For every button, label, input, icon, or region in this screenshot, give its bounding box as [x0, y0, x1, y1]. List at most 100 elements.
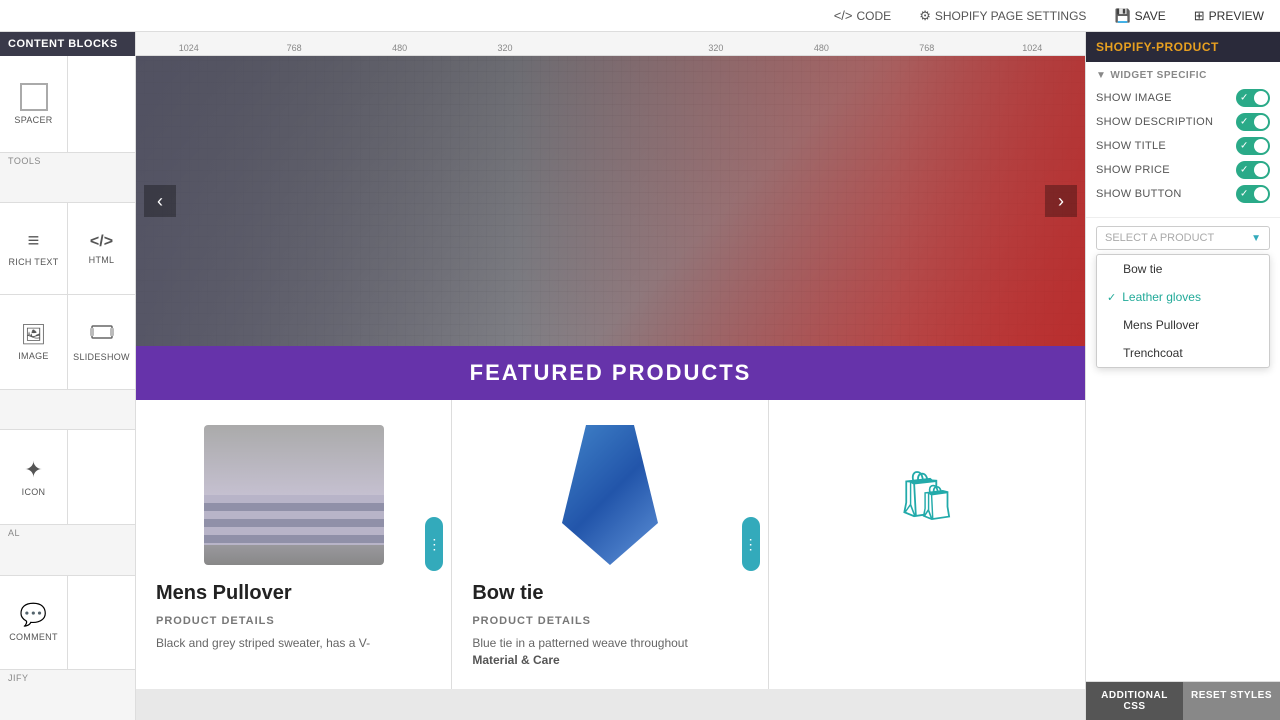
sidebar-item-slideshow[interactable]: SLIDESHOW — [68, 295, 135, 389]
sidebar-item-html[interactable]: </> HTML — [68, 203, 135, 294]
spacer-label: SPACER — [14, 115, 52, 125]
ruler-mark-0: 1024 — [136, 43, 241, 53]
preview-label: PREVIEW — [1209, 9, 1264, 23]
save-button[interactable]: 💾 SAVE — [1108, 6, 1171, 26]
right-panel-header: SHOPIFY-PRODUCT — [1086, 32, 1280, 62]
sidebar-item-empty2 — [68, 430, 135, 524]
product-edit-button-1[interactable]: ⋮ — [742, 517, 760, 571]
dropdown-item-label-0: Bow tie — [1123, 262, 1162, 276]
additional-css-label: ADDITIONAL CSS — [1101, 690, 1168, 712]
carousel-next-button[interactable]: › — [1045, 185, 1077, 217]
show-image-row: SHOW IMAGE ✓ — [1096, 89, 1270, 107]
show-image-toggle[interactable]: ✓ — [1236, 89, 1270, 107]
dropdown-item-label-2: Mens Pullover — [1123, 318, 1199, 332]
dropdown-item-1[interactable]: ✓ Leather gloves — [1097, 283, 1269, 311]
comment-icon: 💬 — [20, 602, 47, 628]
carousel-prev-button[interactable]: ‹ — [144, 185, 176, 217]
tie-image — [550, 425, 670, 565]
show-description-toggle[interactable]: ✓ — [1236, 113, 1270, 131]
product-image-1 — [472, 420, 747, 570]
sidebar-item-icon[interactable]: ✦ ICON — [0, 430, 67, 524]
rich-text-label: RICH TEXT — [8, 257, 58, 267]
tools-label: TOOLS — [8, 156, 41, 166]
preview-button[interactable]: ⊞ PREVIEW — [1188, 6, 1270, 26]
product-edit-button-0[interactable]: ⋮ — [425, 517, 443, 571]
sidebar-item-empty3 — [68, 576, 135, 670]
dropdown-item-3[interactable]: ✓ Trenchcoat — [1097, 339, 1269, 367]
al-section-label: AL — [0, 525, 135, 575]
dropdown-item-label-1: Leather gloves — [1122, 290, 1201, 304]
product-image-2: 🛍 — [789, 420, 1065, 570]
code-button[interactable]: </> CODE — [828, 6, 897, 25]
sidebar-item-empty1 — [68, 56, 135, 152]
sidebar-header: CONTENT BLOCKS — [0, 32, 135, 56]
show-button-label: SHOW BUTTON — [1096, 188, 1182, 200]
ruler-mark-3: 320 — [452, 43, 557, 53]
widget-section: ▼ WIDGET SPECIFIC SHOW IMAGE ✓ SHOW DESC… — [1086, 62, 1280, 218]
widget-section-label: WIDGET SPECIFIC — [1110, 70, 1206, 81]
rich-text-icon: ≡ — [28, 230, 40, 253]
ruler: 1024 768 480 320 320 480 768 1024 — [136, 32, 1085, 56]
dropdown-item-check-1: ✓ — [1107, 291, 1116, 304]
product-card-2: 🛍 — [769, 400, 1085, 689]
bag-icon: 🛍 — [896, 467, 957, 524]
comment-label: COMMENT — [9, 632, 58, 642]
ruler-mark-7: 768 — [874, 43, 979, 53]
sidebar-item-rich-text[interactable]: ≡ RICH TEXT — [0, 203, 67, 294]
product-select-placeholder: SELECT A PRODUCT — [1105, 232, 1214, 244]
product-details-label-0: PRODUCT DETAILS — [156, 615, 431, 627]
sidebar-item-image[interactable]: 🖼 IMAGE — [0, 295, 67, 389]
show-description-label: SHOW DESCRIPTION — [1096, 116, 1213, 128]
product-select-dropdown[interactable]: SELECT A PRODUCT ▼ — [1096, 226, 1270, 250]
slideshow-label: SLIDESHOW — [73, 352, 130, 362]
shopify-settings-button[interactable]: ⚙ SHOPIFY PAGE SETTINGS — [913, 6, 1092, 26]
html-icon: </> — [90, 233, 113, 251]
sidebar-item-comment[interactable]: 💬 COMMENT — [0, 576, 67, 670]
jify-section-label: JIFY — [0, 670, 135, 720]
sweater-stripes — [204, 495, 384, 545]
product-desc-0: Black and grey striped sweater, has a V- — [156, 635, 431, 652]
product-details-label-1: PRODUCT DETAILS — [472, 615, 747, 627]
dropdown-item-0[interactable]: ✓ Bow tie — [1097, 255, 1269, 283]
slideshow-icon — [90, 322, 114, 348]
carousel: BEAUTIFUL SWEATERS ON SALE 50% OFF ‹ › — [136, 56, 1085, 346]
dropdown-item-2[interactable]: ✓ Mens Pullover — [1097, 311, 1269, 339]
additional-css-button[interactable]: ADDITIONAL CSS — [1086, 682, 1183, 720]
show-button-row: SHOW BUTTON ✓ — [1096, 185, 1270, 203]
show-price-row: SHOW PRICE ✓ — [1096, 161, 1270, 179]
sidebar-header-label: CONTENT BLOCKS — [8, 38, 118, 50]
ruler-mark-8: 1024 — [980, 43, 1085, 53]
show-button-toggle[interactable]: ✓ — [1236, 185, 1270, 203]
show-title-label: SHOW TITLE — [1096, 140, 1166, 152]
spacer-icon — [20, 83, 48, 111]
gear-icon: ⚙ — [919, 8, 931, 24]
product-select-container: SELECT A PRODUCT ▼ ✓ Bow tie ✓ Leather g… — [1086, 218, 1280, 258]
products-grid: Mens Pullover PRODUCT DETAILS Black and … — [136, 400, 1085, 689]
main-layout: CONTENT BLOCKS SPACER TOOLS ≡ RICH TEXT … — [0, 32, 1280, 720]
reset-styles-button[interactable]: RESET STYLES — [1183, 682, 1280, 720]
product-card-0: Mens Pullover PRODUCT DETAILS Black and … — [136, 400, 452, 689]
ruler-mark-1: 768 — [241, 43, 346, 53]
preview-icon: ⊞ — [1194, 8, 1205, 24]
shopify-settings-label: SHOPIFY PAGE SETTINGS — [935, 9, 1087, 23]
show-price-label: SHOW PRICE — [1096, 164, 1170, 176]
ruler-mark-6: 480 — [769, 43, 874, 53]
carousel-overlay — [136, 56, 1085, 346]
ruler-marks: 1024 768 480 320 320 480 768 1024 — [136, 32, 1085, 55]
sidebar-item-spacer[interactable]: SPACER — [0, 56, 67, 152]
icon-icon: ✦ — [24, 457, 42, 483]
show-image-label: SHOW IMAGE — [1096, 92, 1172, 104]
icon-label: ICON — [22, 487, 46, 497]
show-description-row: SHOW DESCRIPTION ✓ — [1096, 113, 1270, 131]
show-price-toggle[interactable]: ✓ — [1236, 161, 1270, 179]
chevron-down-icon: ▼ — [1096, 70, 1106, 81]
image-icon: 🖼 — [21, 322, 46, 347]
product-subdesc-1: Material & Care — [472, 653, 559, 667]
image-label: IMAGE — [18, 351, 49, 361]
widget-section-title: ▼ WIDGET SPECIFIC — [1096, 70, 1270, 81]
show-title-toggle[interactable]: ✓ — [1236, 137, 1270, 155]
right-panel: SHOPIFY-PRODUCT ▼ WIDGET SPECIFIC SHOW I… — [1085, 32, 1280, 720]
ruler-area: 1024 768 480 320 320 480 768 1024 — [136, 32, 1085, 720]
code-label: CODE — [857, 9, 892, 23]
left-sidebar: CONTENT BLOCKS SPACER TOOLS ≡ RICH TEXT … — [0, 32, 136, 720]
